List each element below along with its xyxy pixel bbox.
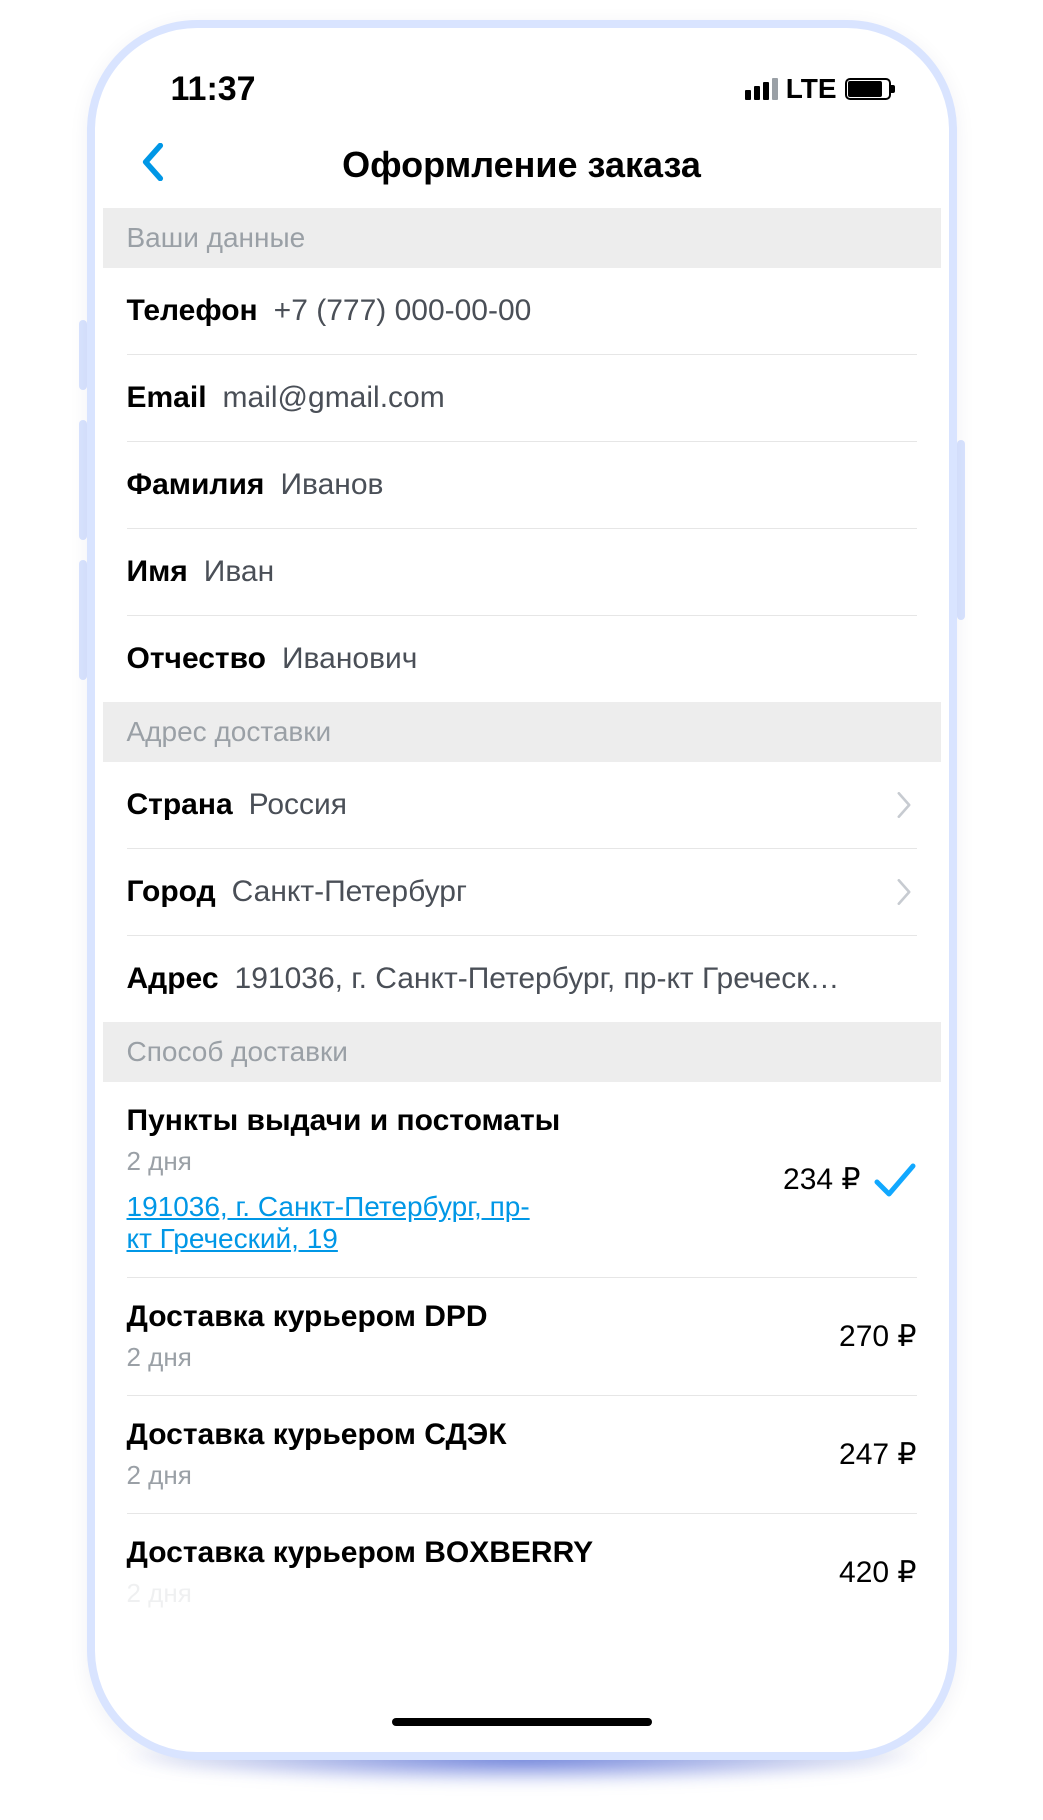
delivery-option-boxberry[interactable]: Доставка курьером BOXBERRY 2 дня 420 ₽ — [127, 1514, 917, 1631]
battery-icon — [845, 78, 891, 100]
pickup-address-link[interactable]: 191036, г. Санкт-Петербург, пр-кт Гречес… — [127, 1191, 547, 1255]
field-country[interactable]: Страна Россия — [127, 762, 917, 849]
status-bar: 11:37 LTE — [103, 36, 941, 116]
field-address[interactable]: Адрес 191036, г. Санкт-Петербург, пр-кт … — [127, 936, 917, 1022]
field-label: Имя — [127, 555, 188, 589]
field-phone[interactable]: Телефон +7 (777) 000-00-00 — [127, 268, 917, 355]
field-label: Телефон — [127, 294, 258, 328]
home-indicator[interactable] — [392, 1718, 652, 1726]
delivery-eta: 2 дня — [127, 1342, 822, 1373]
field-label: Город — [127, 875, 216, 909]
delivery-title: Доставка курьером BOXBERRY — [127, 1536, 822, 1570]
field-label: Отчество — [127, 642, 266, 676]
field-value: Россия — [249, 788, 875, 822]
delivery-eta: 2 дня — [127, 1146, 766, 1177]
section-header-delivery: Способ доставки — [103, 1022, 941, 1082]
status-time: 11:37 — [143, 70, 256, 109]
field-label: Email — [127, 381, 207, 415]
field-lastname[interactable]: Фамилия Иванов — [127, 442, 917, 529]
network-label: LTE — [786, 73, 837, 105]
delivery-eta: 2 дня — [127, 1578, 822, 1609]
delivery-title: Доставка курьером СДЭК — [127, 1418, 822, 1452]
signal-icon — [745, 78, 778, 100]
field-label: Страна — [127, 788, 233, 822]
chevron-left-icon — [142, 143, 164, 181]
field-label: Фамилия — [127, 468, 265, 502]
phone-mockup: 11:37 LTE Оформление заказа Ваши данные … — [87, 20, 957, 1760]
field-label: Адрес — [127, 962, 219, 996]
field-value: Санкт-Петербург — [232, 875, 875, 909]
field-city[interactable]: Город Санкт-Петербург — [127, 849, 917, 936]
delivery-option-pickup[interactable]: Пункты выдачи и постоматы 2 дня 191036, … — [127, 1082, 917, 1278]
field-value: Иванович — [282, 642, 917, 676]
field-value: Иван — [204, 555, 917, 589]
checkmark-icon — [873, 1158, 917, 1202]
delivery-price: 270 ₽ — [839, 1319, 916, 1354]
chevron-right-icon — [891, 879, 917, 905]
delivery-price: 247 ₽ — [839, 1437, 916, 1472]
field-value: +7 (777) 000-00-00 — [274, 294, 917, 328]
chevron-right-icon — [891, 792, 917, 818]
field-value: 191036, г. Санкт-Петербург, пр-кт Гречес… — [235, 962, 917, 996]
field-value: mail@gmail.com — [223, 381, 917, 415]
back-button[interactable] — [133, 138, 173, 186]
section-header-personal: Ваши данные — [103, 208, 941, 268]
field-email[interactable]: Email mail@gmail.com — [127, 355, 917, 442]
delivery-title: Доставка курьером DPD — [127, 1300, 822, 1334]
delivery-eta: 2 дня — [127, 1460, 822, 1491]
delivery-price: 420 ₽ — [839, 1555, 916, 1590]
field-patronymic[interactable]: Отчество Иванович — [127, 616, 917, 702]
field-firstname[interactable]: Имя Иван — [127, 529, 917, 616]
field-value: Иванов — [280, 468, 916, 502]
section-header-address: Адрес доставки — [103, 702, 941, 762]
delivery-title: Пункты выдачи и постоматы — [127, 1104, 766, 1138]
delivery-option-dpd[interactable]: Доставка курьером DPD 2 дня 270 ₽ — [127, 1278, 917, 1396]
delivery-option-cdek[interactable]: Доставка курьером СДЭК 2 дня 247 ₽ — [127, 1396, 917, 1514]
delivery-price: 234 ₽ — [783, 1162, 860, 1197]
nav-bar: Оформление заказа — [103, 116, 941, 208]
page-title: Оформление заказа — [342, 144, 701, 186]
